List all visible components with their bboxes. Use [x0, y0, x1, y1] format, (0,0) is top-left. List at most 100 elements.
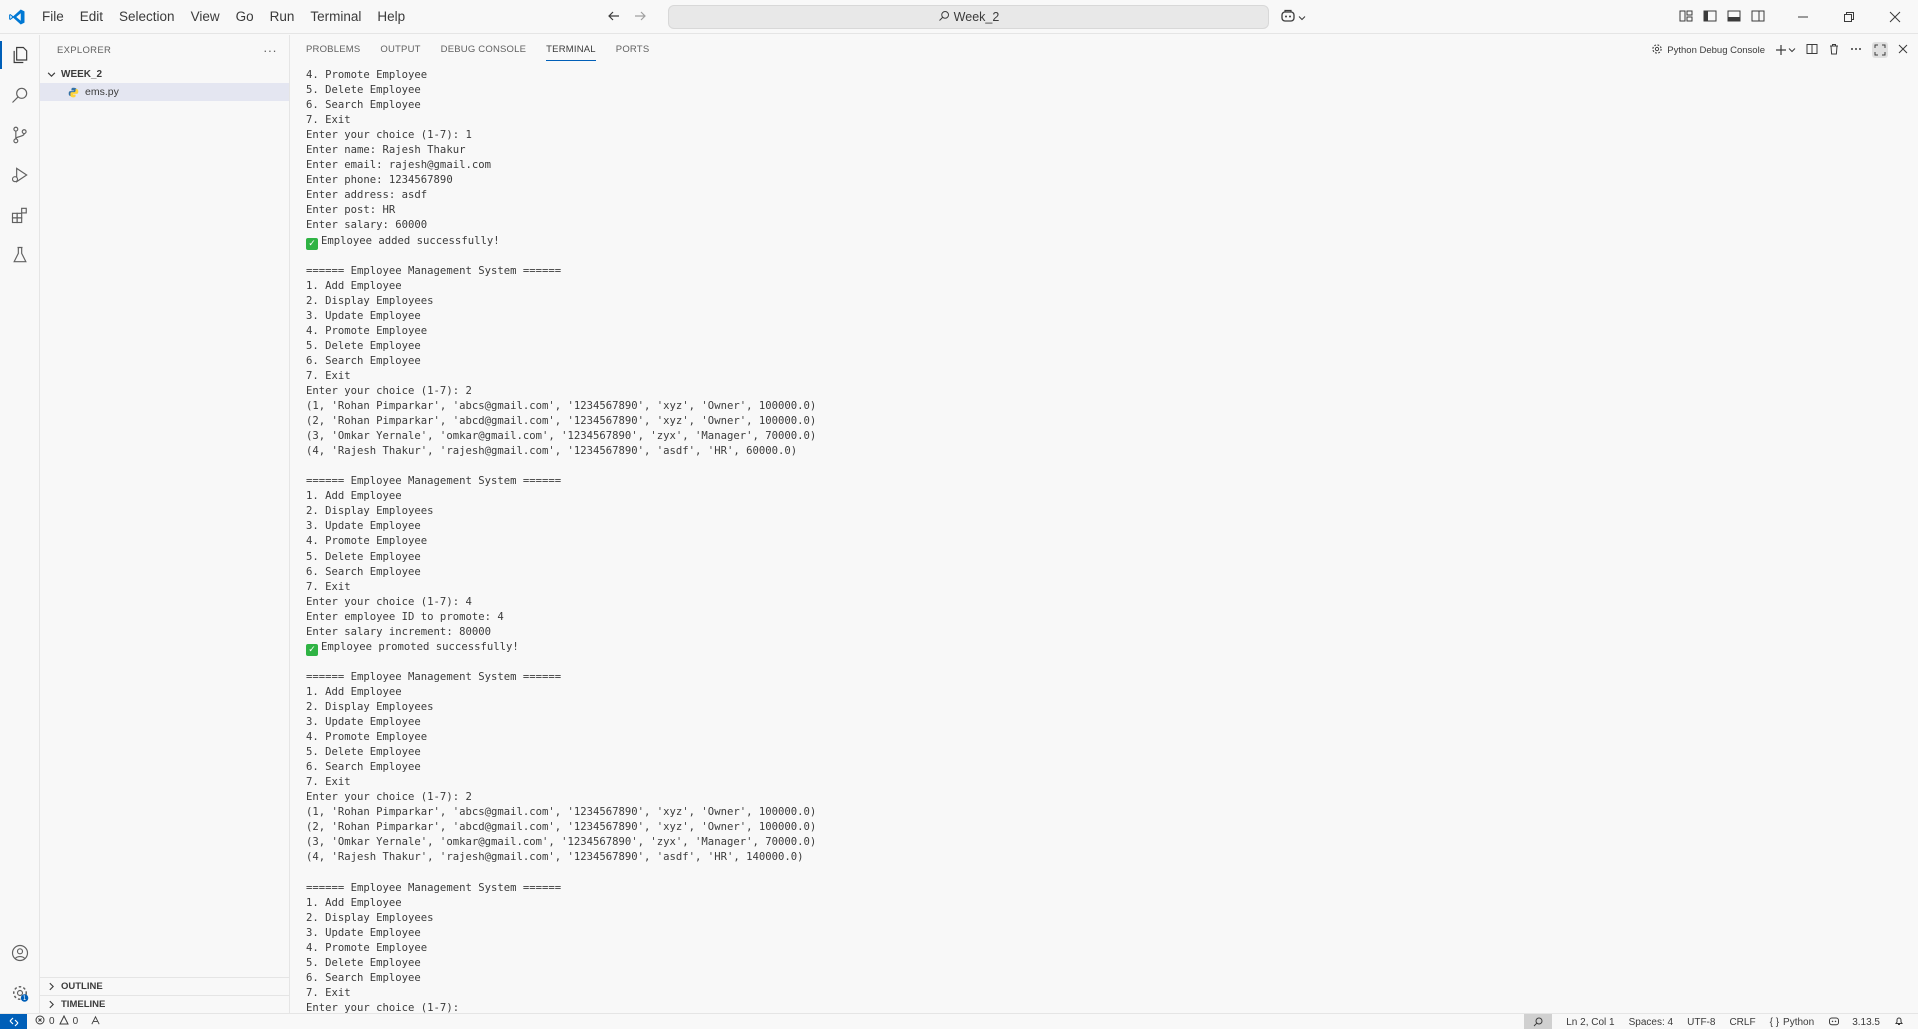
terminal-output[interactable]: 4. Promote Employee 5. Delete Employee 6. …	[306, 68, 1906, 1013]
command-center-search[interactable]: Week_2	[668, 5, 1269, 29]
panel-actions: Python Debug Console	[1651, 35, 1908, 65]
tab-output[interactable]: OUTPUT	[380, 35, 420, 65]
terminal-line: 7. Exit	[306, 776, 351, 789]
end-of-line[interactable]: CRLF	[1729, 1017, 1755, 1028]
navigation-arrows	[606, 0, 648, 34]
toggle-primary-sidebar-icon[interactable]	[1702, 8, 1718, 27]
terminal-line: 4. Promote Employee	[306, 941, 428, 954]
outline-section[interactable]: OUTLINE	[40, 977, 290, 995]
tab-problems[interactable]: PROBLEMS	[306, 35, 360, 65]
toggle-panel-icon[interactable]	[1726, 8, 1742, 27]
terminal-line-text: Employee added successfully!	[321, 234, 500, 247]
remote-indicator-icon[interactable]	[0, 1013, 27, 1029]
forward-arrow-icon[interactable]	[632, 8, 648, 27]
terminal-line: 2. Display Employees	[306, 294, 434, 307]
braces-icon: { }	[1769, 1016, 1780, 1028]
menu-terminal[interactable]: Terminal	[302, 0, 369, 34]
terminal-line: 6. Search Employee	[306, 99, 421, 112]
close-panel-icon[interactable]	[1898, 44, 1908, 57]
customize-layout-icon[interactable]	[1678, 8, 1694, 27]
new-terminal-plus-icon[interactable]	[1775, 44, 1796, 56]
minimize-icon[interactable]	[1780, 0, 1826, 34]
cursor-position[interactable]: Ln 2, Col 1	[1566, 1017, 1614, 1028]
terminal-line: 4. Promote Employee	[306, 324, 428, 337]
explorer-sidebar: EXPLORER ··· WEEK_2 ems.py OUTLINE TIMEL…	[40, 35, 290, 1013]
menu-go[interactable]: Go	[228, 0, 262, 34]
maximize-panel-icon[interactable]	[1872, 42, 1888, 58]
indentation[interactable]: Spaces: 4	[1629, 1017, 1673, 1028]
tab-debug-console[interactable]: DEBUG CONSOLE	[441, 35, 526, 65]
language-label: Python	[1783, 1016, 1815, 1028]
more-actions-icon[interactable]: ···	[263, 43, 277, 58]
run-debug-icon[interactable]	[0, 155, 40, 195]
terminal-line: 6. Search Employee	[306, 971, 421, 984]
explorer-title: EXPLORER	[57, 44, 112, 56]
search-icon	[938, 10, 950, 25]
check-mark-icon: ✓	[306, 237, 318, 250]
warning-icon	[58, 1014, 69, 1028]
menu-run[interactable]: Run	[262, 0, 303, 34]
menu-selection[interactable]: Selection	[111, 0, 183, 34]
extensions-icon[interactable]	[0, 195, 40, 235]
activity-bar: 1	[0, 35, 40, 1013]
menu-help[interactable]: Help	[369, 0, 413, 34]
status-problems[interactable]: 0 0	[27, 1014, 101, 1029]
notifications-bell-icon[interactable]	[1894, 1016, 1904, 1029]
zoom-search-icon[interactable]	[1524, 1014, 1553, 1029]
terminal-session[interactable]: Python Debug Console	[1651, 43, 1765, 58]
terminal-line: 1. Add Employee	[306, 279, 402, 292]
close-icon[interactable]	[1872, 0, 1918, 34]
terminal-line: (1, 'Rohan Pimparkar', 'abcs@gmail.com',…	[306, 806, 817, 819]
terminal-line: 4. Promote Employee	[306, 731, 428, 744]
testing-flask-icon[interactable]	[0, 235, 40, 275]
ports-forward-icon[interactable]	[90, 1015, 101, 1029]
toggle-secondary-sidebar-icon[interactable]	[1750, 8, 1766, 27]
layout-controls	[1678, 0, 1766, 34]
terminal-line: 1. Add Employee	[306, 896, 402, 909]
terminal-line: 7. Exit	[306, 986, 351, 999]
encoding[interactable]: UTF-8	[1687, 1017, 1715, 1028]
tab-terminal[interactable]: TERMINAL	[546, 35, 596, 65]
terminal-line: 1. Add Employee	[306, 490, 402, 503]
explorer-icon[interactable]	[0, 35, 40, 75]
search-activity-icon[interactable]	[0, 75, 40, 115]
menu-bar: File Edit Selection View Go Run Terminal…	[34, 0, 413, 34]
terminal-line: (1, 'Rohan Pimparkar', 'abcs@gmail.com',…	[306, 400, 817, 413]
error-count: 0	[49, 1016, 55, 1027]
terminal-line: 2. Display Employees	[306, 505, 434, 518]
terminal-line: (4, 'Rajesh Thakur', 'rajesh@gmail.com',…	[306, 851, 804, 864]
tab-ports[interactable]: PORTS	[616, 35, 650, 65]
terminal-line-text: Employee promoted successfully!	[321, 640, 519, 653]
terminal-line: Enter your choice (1-7): 2	[306, 791, 472, 804]
menu-file[interactable]: File	[34, 0, 72, 34]
manage-gear-icon[interactable]: 1	[0, 973, 40, 1013]
chevron-down-icon	[1298, 10, 1306, 25]
timeline-section[interactable]: TIMELINE	[40, 995, 290, 1013]
source-control-icon[interactable]	[0, 115, 40, 155]
terminal-line: ✓ Employee added successfully!	[306, 234, 1906, 250]
folder-week-2[interactable]: WEEK_2	[40, 65, 289, 83]
restore-icon[interactable]	[1826, 0, 1872, 34]
folder-label: WEEK_2	[61, 68, 103, 80]
terminal-panel: PROBLEMS OUTPUT DEBUG CONSOLE TERMINAL P…	[291, 35, 1918, 1013]
file-ems-py[interactable]: ems.py	[40, 83, 289, 101]
split-terminal-icon[interactable]	[1806, 43, 1818, 58]
copilot-button[interactable]	[1280, 7, 1306, 27]
accounts-icon[interactable]	[0, 933, 40, 973]
terminal-line: ====== Employee Management System ======	[306, 881, 562, 894]
back-arrow-icon[interactable]	[606, 8, 622, 27]
python-interpreter[interactable]: 3.13.5	[1828, 1015, 1880, 1029]
more-actions-icon[interactable]	[1850, 43, 1862, 58]
trash-icon[interactable]	[1828, 43, 1840, 58]
terminal-line: Enter phone: 1234567890	[306, 174, 453, 187]
terminal-line: 4. Promote Employee	[306, 535, 428, 548]
debug-gear-icon	[1651, 43, 1663, 58]
terminal-line: Enter salary increment: 80000	[306, 625, 491, 638]
language-mode[interactable]: { } Python	[1770, 1017, 1815, 1028]
terminal-line: Enter your choice (1-7): 4	[306, 595, 472, 608]
menu-edit[interactable]: Edit	[72, 0, 111, 34]
menu-view[interactable]: View	[183, 0, 228, 34]
